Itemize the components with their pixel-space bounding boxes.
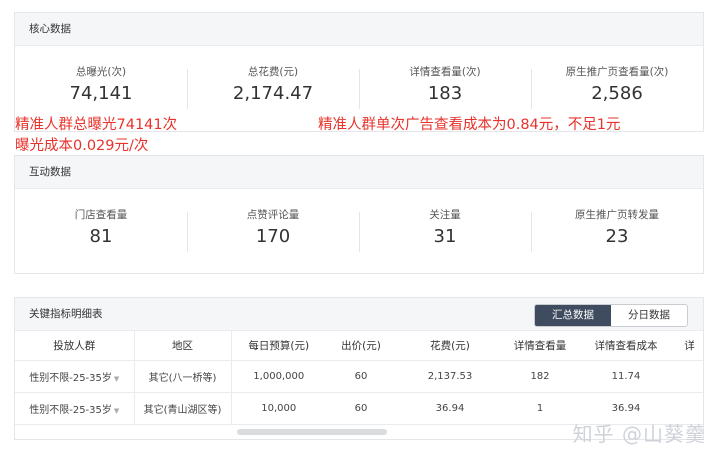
audience-selector[interactable]: 性别不限-25-35岁 ▼ [15, 360, 135, 393]
cell-truncated [676, 360, 703, 393]
metric-store-views: 门店查看量 81 [15, 208, 187, 250]
cell-daily-budget: 10,000 [231, 392, 326, 425]
column-header-detail-view-cost[interactable]: 详情查看成本 [576, 331, 676, 361]
metric-value: 74,141 [69, 83, 133, 104]
cell-region: 其它(青山湖区等) [134, 392, 232, 425]
interaction-data-title: 互动数据 [15, 156, 703, 189]
metric-value: 2,174.47 [232, 83, 314, 104]
column-header-detail-views[interactable]: 详情查看量 [504, 331, 576, 361]
core-data-title: 核心数据 [15, 13, 703, 46]
detail-table-title-bar: 关键指标明细表 汇总数据 分日数据 [15, 298, 703, 331]
core-metrics: 总曝光(次) 74,141 总花费(元) 2,174.47 详情查看量(次) 1… [15, 65, 703, 109]
metric-label: 原生推广页转发量 [575, 209, 659, 221]
metric-label: 原生推广页查看量(次) [565, 66, 669, 78]
chevron-down-icon: ▼ [113, 407, 120, 415]
metric-native-page-views: 原生推广页查看量(次) 2,586 [531, 65, 703, 109]
interaction-metrics: 门店查看量 81 点赞评论量 170 关注量 31 原生推广页转发量 23 [15, 208, 703, 252]
cell-region: 其它(八一桥等) [134, 360, 232, 393]
metric-native-page-shares: 原生推广页转发量 23 [531, 208, 703, 252]
cell-audience: 性别不限-25-35岁 [29, 405, 112, 416]
column-header-truncated[interactable]: 详 [676, 331, 703, 361]
metric-total-impressions: 总曝光(次) 74,141 [15, 65, 187, 107]
tab-daily-data[interactable]: 分日数据 [611, 305, 687, 326]
metric-value: 2,586 [591, 83, 643, 104]
cell-detail-views: 182 [504, 360, 576, 393]
metrics-detail-table: 投放人群 地区 每日预算(元) 出价(元) 花费(元) 详情查看量 详情查看成本… [15, 331, 703, 425]
metric-label: 点赞评论量 [246, 209, 300, 221]
cell-bid: 60 [326, 360, 396, 393]
cell-detail-views: 1 [504, 392, 576, 425]
cell-detail-view-cost: 11.74 [576, 360, 676, 393]
column-header-region[interactable]: 地区 [134, 331, 232, 361]
detail-table-title: 关键指标明细表 [29, 308, 103, 320]
audience-selector[interactable]: 性别不限-25-35岁 ▼ [15, 392, 135, 425]
metric-follows: 关注量 31 [359, 208, 531, 252]
horizontal-scrollbar[interactable] [237, 429, 387, 435]
cell-audience: 性别不限-25-35岁 [29, 373, 112, 384]
cell-daily-budget: 1,000,000 [231, 360, 326, 393]
metric-label: 门店查看量 [74, 209, 128, 221]
annotation-left-line1: 精准人群总曝光74141次 [15, 117, 178, 133]
core-data-panel: 核心数据 总曝光(次) 74,141 总花费(元) 2,174.47 详情查看量… [14, 12, 704, 132]
metric-label: 关注量 [429, 209, 461, 221]
annotation-left-line2: 曝光成本0.029元/次 [15, 138, 149, 154]
metric-label: 总花费(元) [247, 66, 299, 78]
metric-label: 详情查看量(次) [409, 66, 481, 78]
cell-spend: 36.94 [396, 392, 504, 425]
metric-value: 23 [605, 226, 629, 247]
table-row: 性别不限-25-35岁 ▼ 其它(八一桥等) 1,000,000 60 2,137… [15, 360, 703, 393]
metric-value: 183 [427, 83, 463, 104]
metric-likes-comments: 点赞评论量 170 [187, 208, 359, 252]
interaction-data-panel: 互动数据 门店查看量 81 点赞评论量 170 关注量 31 原生推广页转发量 … [14, 155, 704, 274]
chevron-down-icon: ▼ [113, 375, 120, 383]
table-header-row: 投放人群 地区 每日预算(元) 出价(元) 花费(元) 详情查看量 详情查看成本… [15, 331, 703, 361]
metric-value: 31 [433, 226, 457, 247]
metric-total-spend: 总花费(元) 2,174.47 [187, 65, 359, 109]
tab-summary-data[interactable]: 汇总数据 [535, 305, 611, 326]
metric-value: 81 [89, 226, 113, 247]
annotation-right: 精准人群单次广告查看成本为0.84元，不足1元 [318, 117, 621, 133]
metric-value: 170 [255, 226, 291, 247]
column-header-spend[interactable]: 花费(元) [396, 331, 504, 361]
column-header-bid[interactable]: 出价(元) [326, 331, 396, 361]
cell-bid: 60 [326, 392, 396, 425]
view-toggle: 汇总数据 分日数据 [534, 304, 688, 327]
cell-spend: 2,137.53 [396, 360, 504, 393]
metric-detail-views: 详情查看量(次) 183 [359, 65, 531, 109]
column-header-daily-budget[interactable]: 每日预算(元) [231, 331, 326, 361]
metric-label: 总曝光(次) [75, 66, 127, 78]
watermark: 知乎 @山葵羹 [572, 422, 706, 446]
column-header-audience[interactable]: 投放人群 [15, 331, 135, 361]
